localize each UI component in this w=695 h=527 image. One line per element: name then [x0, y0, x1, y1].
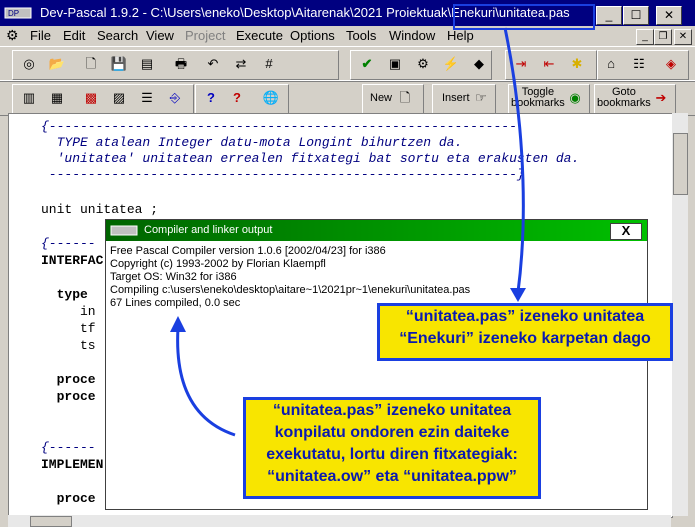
callout-folder: “unitatea.pas” izeneko unitatea “Enekuri… — [377, 303, 673, 361]
callout-compiled-line: “unitatea.ow” eta “unitatea.ppw” — [267, 468, 517, 485]
callout-compiled-line: exekutatu, lortu diren fitxategiak: — [266, 446, 518, 463]
callout-compiled-line: “unitatea.pas” izeneko unitatea — [272, 402, 512, 419]
arrow-head — [170, 316, 186, 332]
arrow-head — [510, 288, 526, 302]
callout-compiled-files: “unitatea.pas” izeneko unitatea konpilat… — [243, 397, 541, 499]
callout-folder-line: “unitatea.pas” izeneko unitatea — [405, 308, 645, 325]
callout-folder-line: “Enekuri” izeneko karpetan dago — [399, 330, 651, 347]
arrow-to-folder-callout — [503, 27, 525, 293]
arrow-to-output — [176, 327, 236, 437]
callout-compiled-line: konpilatu ondoren ezin daiteke — [274, 424, 510, 441]
